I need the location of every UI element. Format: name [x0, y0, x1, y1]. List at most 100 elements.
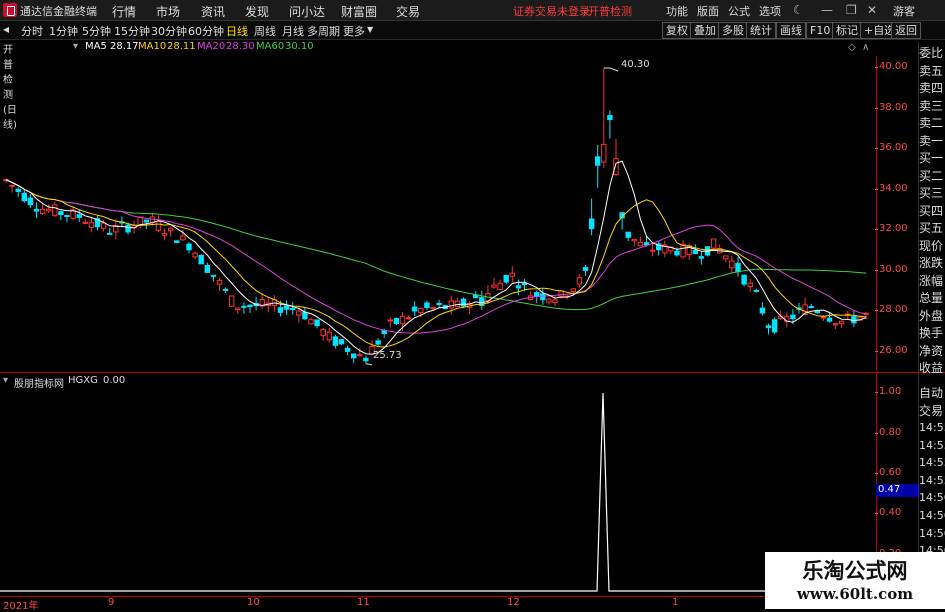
stats-button[interactable]: 统计 — [746, 22, 776, 39]
overlay-button[interactable]: 叠加 — [690, 22, 720, 39]
candle-body[interactable] — [424, 302, 430, 309]
candle-body[interactable] — [283, 305, 290, 310]
candle-body[interactable] — [320, 329, 326, 337]
candle-body[interactable] — [375, 340, 381, 345]
menu-quotes[interactable]: 行情 — [112, 3, 136, 20]
menu-options[interactable]: 选项 — [759, 3, 781, 19]
candle-body[interactable] — [497, 282, 503, 291]
candle-body[interactable] — [155, 221, 162, 231]
back-button[interactable]: 返回 — [891, 22, 921, 39]
candle-body[interactable] — [229, 295, 235, 307]
candle-body[interactable] — [186, 243, 192, 251]
candle-body[interactable] — [64, 214, 70, 217]
candle-body[interactable] — [503, 274, 509, 283]
candle-body[interactable] — [710, 238, 717, 249]
candle-body[interactable] — [607, 115, 613, 121]
candle-body[interactable] — [839, 320, 845, 325]
candle-body[interactable] — [405, 317, 412, 320]
candle-body[interactable] — [759, 307, 766, 314]
menu-discover[interactable]: 发现 — [245, 3, 269, 20]
mark-button[interactable]: 标记 — [832, 22, 862, 39]
candle-body[interactable] — [521, 282, 528, 286]
period-intraday[interactable]: 分时 — [21, 23, 43, 39]
candle-body[interactable] — [649, 249, 656, 252]
candle-body[interactable] — [412, 306, 418, 312]
candle-body[interactable] — [204, 265, 211, 273]
restore-icon[interactable]: ❐ — [846, 3, 857, 17]
candle-body[interactable] — [46, 208, 52, 212]
menu-function[interactable]: 功能 — [666, 3, 688, 19]
menu-formula[interactable]: 公式 — [728, 3, 750, 19]
adjust-button[interactable]: 复权 — [662, 22, 692, 39]
candle-body[interactable] — [326, 331, 333, 341]
candle-body[interactable] — [39, 208, 46, 214]
menu-market[interactable]: 市场 — [156, 3, 180, 20]
candle-body[interactable] — [448, 300, 455, 309]
candle-body[interactable] — [88, 222, 95, 228]
candle-body[interactable] — [582, 267, 589, 271]
period-monthly[interactable]: 月线 — [282, 23, 304, 39]
candle-body[interactable] — [491, 284, 497, 288]
candle-body[interactable] — [338, 339, 345, 345]
candle-body[interactable] — [216, 279, 223, 285]
candle-body[interactable] — [595, 156, 601, 166]
period-daily[interactable]: 日线 — [226, 23, 248, 39]
candle-body[interactable] — [790, 314, 796, 320]
more-caret-icon[interactable]: ▼ — [367, 25, 373, 34]
candle-body[interactable] — [613, 158, 619, 176]
candle-body[interactable] — [100, 222, 107, 229]
candle-body[interactable] — [546, 298, 552, 303]
candle-body[interactable] — [820, 316, 827, 319]
draw-line-button[interactable]: 画线 — [776, 22, 806, 39]
period-15min[interactable]: 15分钟 — [114, 23, 150, 39]
period-weekly[interactable]: 周线 — [254, 23, 276, 39]
menu-news[interactable]: 资讯 — [201, 3, 225, 20]
candle-body[interactable] — [290, 308, 296, 311]
candle-body[interactable] — [601, 143, 607, 163]
candle-body[interactable] — [534, 292, 540, 297]
candle-body[interactable] — [771, 319, 778, 333]
candle-body[interactable] — [680, 243, 686, 258]
candle-body[interactable] — [692, 249, 698, 254]
candle-body[interactable] — [363, 357, 369, 362]
guest-label[interactable]: 游客 — [893, 3, 915, 19]
candle-body[interactable] — [570, 288, 576, 293]
menu-wealth[interactable]: 财富圈 — [341, 3, 377, 20]
candlestick-chart[interactable] — [0, 56, 876, 371]
candle-body[interactable] — [107, 232, 113, 235]
auto-trade-1[interactable]: 交易 — [919, 404, 943, 418]
indicator-chart[interactable] — [0, 373, 876, 596]
candle-body[interactable] — [832, 323, 839, 326]
candle-body[interactable] — [314, 319, 320, 327]
period-5min[interactable]: 5分钟 — [82, 23, 111, 39]
candle-body[interactable] — [814, 310, 820, 314]
f10-button[interactable]: F10 — [806, 22, 835, 39]
candle-body[interactable] — [387, 319, 394, 322]
candle-body[interactable] — [436, 302, 442, 306]
menu-trade[interactable]: 交易 — [396, 3, 420, 20]
candle-body[interactable] — [344, 347, 351, 352]
collapse-left-icon[interactable]: ◂ — [3, 22, 9, 36]
candle-body[interactable] — [308, 319, 314, 325]
period-multi[interactable]: 多周期 — [307, 23, 340, 39]
candle-body[interactable] — [168, 227, 174, 232]
candle-body[interactable] — [58, 211, 64, 216]
candle-body[interactable] — [747, 282, 753, 287]
candle-body[interactable] — [33, 208, 40, 212]
candle-body[interactable] — [241, 305, 247, 308]
candle-body[interactable] — [247, 304, 253, 308]
candle-body[interactable] — [631, 238, 637, 242]
candle-body[interactable] — [808, 306, 814, 309]
candle-body[interactable] — [826, 317, 833, 322]
candle-body[interactable] — [277, 307, 284, 313]
candle-body[interactable] — [9, 184, 15, 187]
candle-body[interactable] — [509, 272, 516, 277]
diamond-icon[interactable]: ◇ — [848, 42, 856, 53]
candle-body[interactable] — [552, 299, 558, 303]
candle-body[interactable] — [351, 353, 357, 359]
period-30min[interactable]: 30分钟 — [151, 23, 187, 39]
candle-body[interactable] — [15, 188, 21, 193]
candle-body[interactable] — [27, 197, 34, 206]
candle-body[interactable] — [729, 260, 735, 269]
ma-dropdown-icon[interactable]: ▾ — [73, 41, 78, 52]
